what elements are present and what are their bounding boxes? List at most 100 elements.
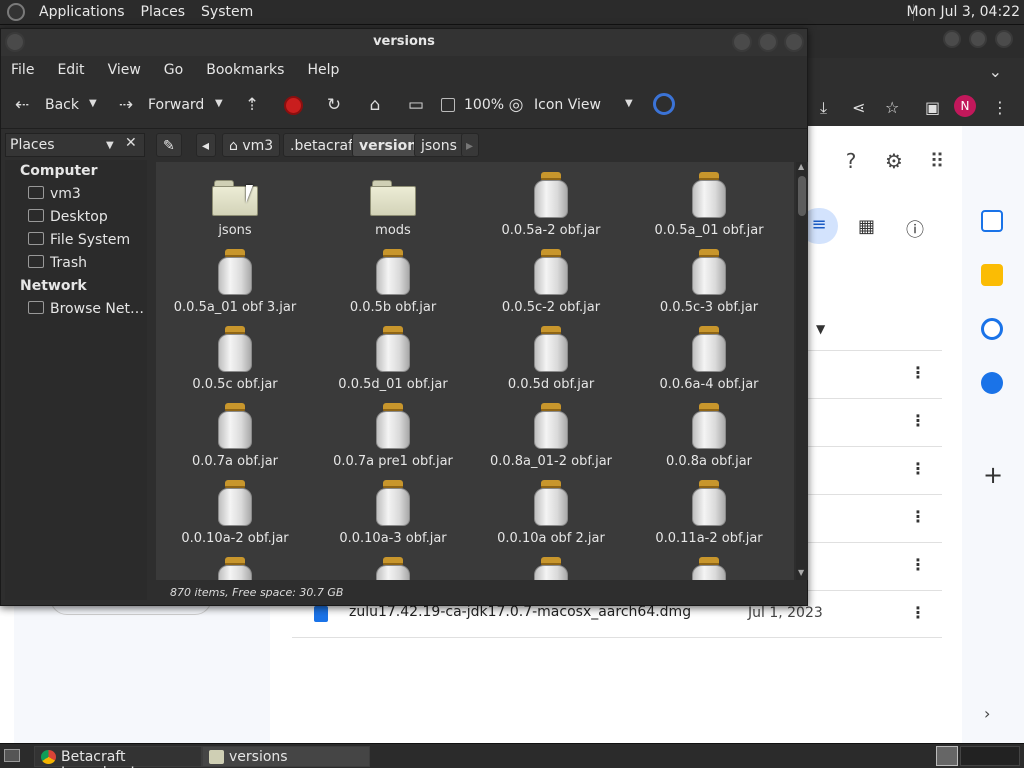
jar-file-item[interactable]: 0.0.5d_01 obf.jar <box>318 320 468 392</box>
fm-titlebar[interactable]: versions <box>1 29 807 56</box>
view-mode-dropdown-icon[interactable]: ▼ <box>625 98 633 109</box>
menu-bookmarks[interactable]: Bookmarks <box>196 62 284 78</box>
bookmark-star-icon[interactable]: ☆ <box>885 98 899 117</box>
jar-file-item[interactable]: 0.0.11a-2 obf.jar <box>634 474 784 546</box>
jar-file-item[interactable]: 0.0.10a obf 2.jar <box>476 474 626 546</box>
stop-icon[interactable] <box>284 96 303 115</box>
edit-location-icon[interactable]: ✎ <box>156 133 182 157</box>
minimize-button[interactable] <box>732 32 752 52</box>
jar-file-item[interactable]: 0.0.10a-3 obf.jar <box>318 474 468 546</box>
menu-edit[interactable]: Edit <box>47 62 84 78</box>
icon-view-scrollbar[interactable]: ▲ ▼ <box>796 162 808 580</box>
sidebar-item-vm3[interactable]: vm3 <box>28 186 81 206</box>
jar-file-item[interactable]: 0.0.8a obf.jar <box>634 397 784 469</box>
close-button[interactable] <box>784 32 804 52</box>
browser-menu-icon[interactable]: ⋮ <box>992 98 1008 117</box>
jar-file-item[interactable] <box>476 551 626 580</box>
jar-file-item[interactable]: 0.0.5c-2 obf.jar <box>476 243 626 315</box>
row-more-icon[interactable]: ⋮ <box>910 603 926 622</box>
sort-down-arrow-icon[interactable]: ▼ <box>816 322 825 336</box>
jar-file-item[interactable]: 0.0.5b obf.jar <box>318 243 468 315</box>
tab-list-chevron-icon[interactable]: ⌄ <box>989 62 1002 81</box>
menu-logo-icon[interactable] <box>7 3 25 21</box>
reload-icon[interactable]: ↻ <box>323 94 345 116</box>
back-history-dropdown-icon[interactable]: ▼ <box>89 98 97 109</box>
scroll-up-arrow-icon[interactable]: ▲ <box>798 162 804 171</box>
places-selector[interactable]: Places ▼ <box>5 133 145 157</box>
jar-file-item[interactable] <box>634 551 784 580</box>
settings-gear-icon[interactable]: ⚙ <box>881 148 907 174</box>
browser-maximize-button[interactable] <box>969 30 987 48</box>
sidebar-item-file-system[interactable]: File System <box>28 232 130 252</box>
jar-file-item[interactable]: 0.0.5a_01 obf 3.jar <box>160 243 310 315</box>
places-dropdown-icon[interactable]: ▼ <box>106 140 114 151</box>
grid-view-icon[interactable]: ▦ <box>858 216 875 237</box>
menu-file[interactable]: File <box>1 62 34 78</box>
jar-file-item[interactable]: 0.0.5d obf.jar <box>476 320 626 392</box>
zoom-in-icon[interactable]: ◎ <box>505 94 527 116</box>
panel-menu-applications[interactable]: Applications <box>31 4 133 20</box>
row-more-icon[interactable]: ⋮ <box>910 363 926 382</box>
panel-menu-system[interactable]: System <box>193 4 261 20</box>
show-desktop-icon[interactable] <box>4 749 20 762</box>
menu-go[interactable]: Go <box>154 62 183 78</box>
keep-icon[interactable] <box>981 264 1003 286</box>
panel-clock[interactable]: Mon Jul 3, 04:22 <box>907 4 1020 20</box>
side-panel-icon[interactable]: ▣ <box>925 98 940 117</box>
workspace-1[interactable] <box>936 746 958 766</box>
jar-file-item[interactable]: 0.0.7a obf.jar <box>160 397 310 469</box>
browser-profile-avatar[interactable]: N <box>954 95 976 117</box>
back-button[interactable]: Back <box>45 97 79 113</box>
path-scroll-left-icon[interactable]: ◂ <box>196 133 216 157</box>
forward-arrow-icon[interactable]: ⇢ <box>115 94 137 116</box>
jar-file-item[interactable]: 0.0.5a-2 obf.jar <box>476 166 626 238</box>
sidebar-item-browse-network[interactable]: Browse Net… <box>28 301 144 321</box>
close-sidebar-icon[interactable]: ✕ <box>125 135 137 151</box>
jar-file-item[interactable]: 0.0.6a-4 obf.jar <box>634 320 784 392</box>
apps-grid-icon[interactable]: ⠿ <box>924 148 950 174</box>
scrollbar-thumb[interactable] <box>798 176 806 216</box>
folder-item[interactable]: jsons <box>160 166 310 238</box>
workspace-2[interactable] <box>960 746 1020 766</box>
path-scroll-right-icon[interactable]: ▸ <box>461 133 479 157</box>
back-arrow-icon[interactable]: ⇠ <box>11 94 33 116</box>
path-segment-jsons[interactable]: jsons <box>414 133 464 157</box>
jar-file-item[interactable]: 0.0.5c obf.jar <box>160 320 310 392</box>
jar-file-item[interactable]: 0.0.5a_01 obf.jar <box>634 166 784 238</box>
row-more-icon[interactable]: ⋮ <box>910 507 926 526</box>
panel-menu-places[interactable]: Places <box>133 4 194 20</box>
sidebar-item-desktop[interactable]: Desktop <box>28 209 108 229</box>
tasks-icon[interactable] <box>981 318 1003 340</box>
install-icon[interactable]: ⤓ <box>820 98 827 118</box>
scroll-down-arrow-icon[interactable]: ▼ <box>798 568 804 577</box>
home-icon[interactable]: ⌂ <box>364 94 386 116</box>
add-addon-icon[interactable]: + <box>983 461 1003 489</box>
calendar-icon[interactable] <box>981 210 1003 232</box>
row-more-icon[interactable]: ⋮ <box>910 411 926 430</box>
maximize-button[interactable] <box>758 32 778 52</box>
jar-file-item[interactable] <box>160 551 310 580</box>
folder-item[interactable]: mods <box>318 166 468 238</box>
menu-help[interactable]: Help <box>297 62 339 78</box>
help-icon[interactable]: ? <box>838 148 864 174</box>
search-icon[interactable] <box>653 93 675 115</box>
path-segment-vm3[interactable]: ⌂ vm3 <box>222 133 281 157</box>
jar-file-item[interactable]: 0.0.7a pre1 obf.jar <box>318 397 468 469</box>
browser-close-button[interactable] <box>995 30 1013 48</box>
row-more-icon[interactable]: ⋮ <box>910 555 926 574</box>
browser-minimize-button[interactable] <box>943 30 961 48</box>
up-arrow-icon[interactable]: ⇡ <box>241 94 263 116</box>
jar-file-item[interactable] <box>318 551 468 580</box>
share-icon[interactable]: ⋖ <box>852 98 865 117</box>
jar-file-item[interactable]: 0.0.10a-2 obf.jar <box>160 474 310 546</box>
jar-file-item[interactable]: 0.0.8a_01-2 obf.jar <box>476 397 626 469</box>
taskbar-item-browser[interactable]: Betacraft Launcher,J… <box>34 746 202 768</box>
jar-file-item[interactable]: 0.0.5c-3 obf.jar <box>634 243 784 315</box>
contacts-icon[interactable] <box>981 372 1003 394</box>
info-icon[interactable]: ⓘ <box>906 216 924 242</box>
forward-button[interactable]: Forward <box>148 97 204 113</box>
computer-icon[interactable]: ▭ <box>405 94 427 116</box>
file-icon-view[interactable]: jsons mods 0.0.5a-2 obf.jar 0.0.5a_01 obf.j… <box>156 162 794 580</box>
forward-history-dropdown-icon[interactable]: ▼ <box>215 98 223 109</box>
zoom-out-icon[interactable] <box>441 98 455 112</box>
